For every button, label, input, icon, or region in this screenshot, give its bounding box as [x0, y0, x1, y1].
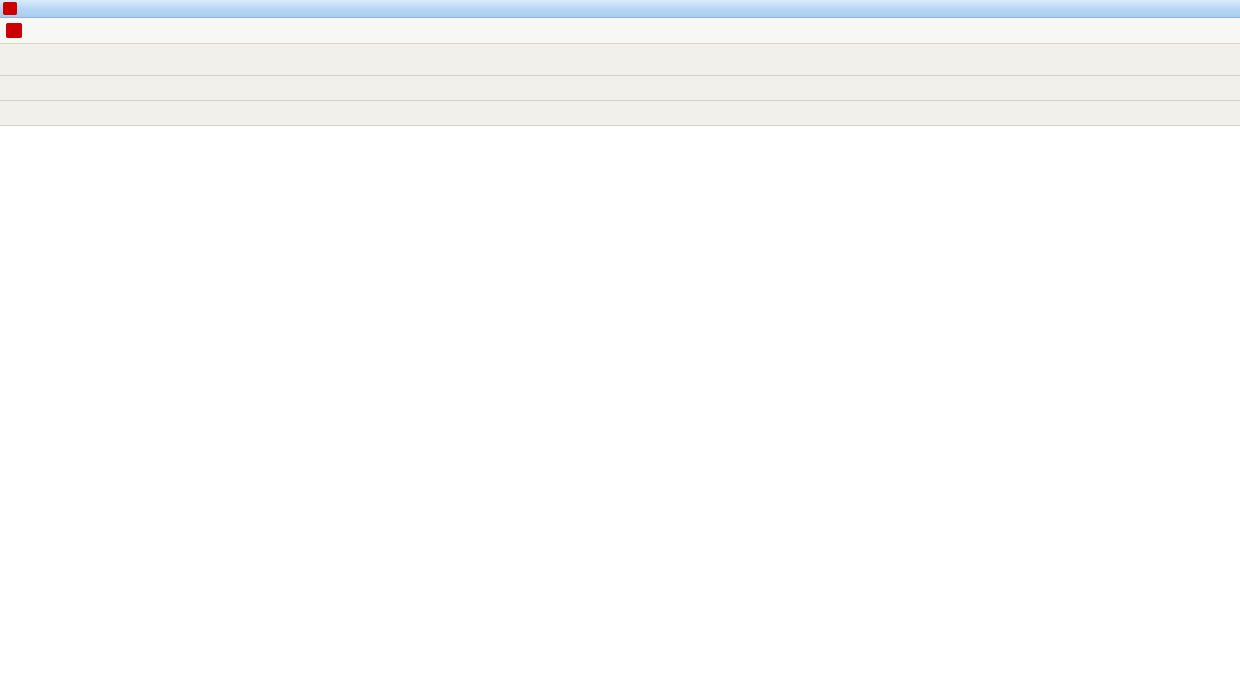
kline-chart[interactable] [0, 126, 1240, 683]
menu-logo-icon [6, 23, 22, 38]
main-toolbar [0, 44, 1240, 76]
app-logo-icon [3, 2, 17, 15]
icon-toolbar-row1 [0, 76, 1240, 101]
app-window [0, 0, 1240, 683]
menu-bar [0, 18, 1240, 44]
title-bar [0, 0, 1240, 18]
drawing-toolbar [0, 101, 1240, 126]
